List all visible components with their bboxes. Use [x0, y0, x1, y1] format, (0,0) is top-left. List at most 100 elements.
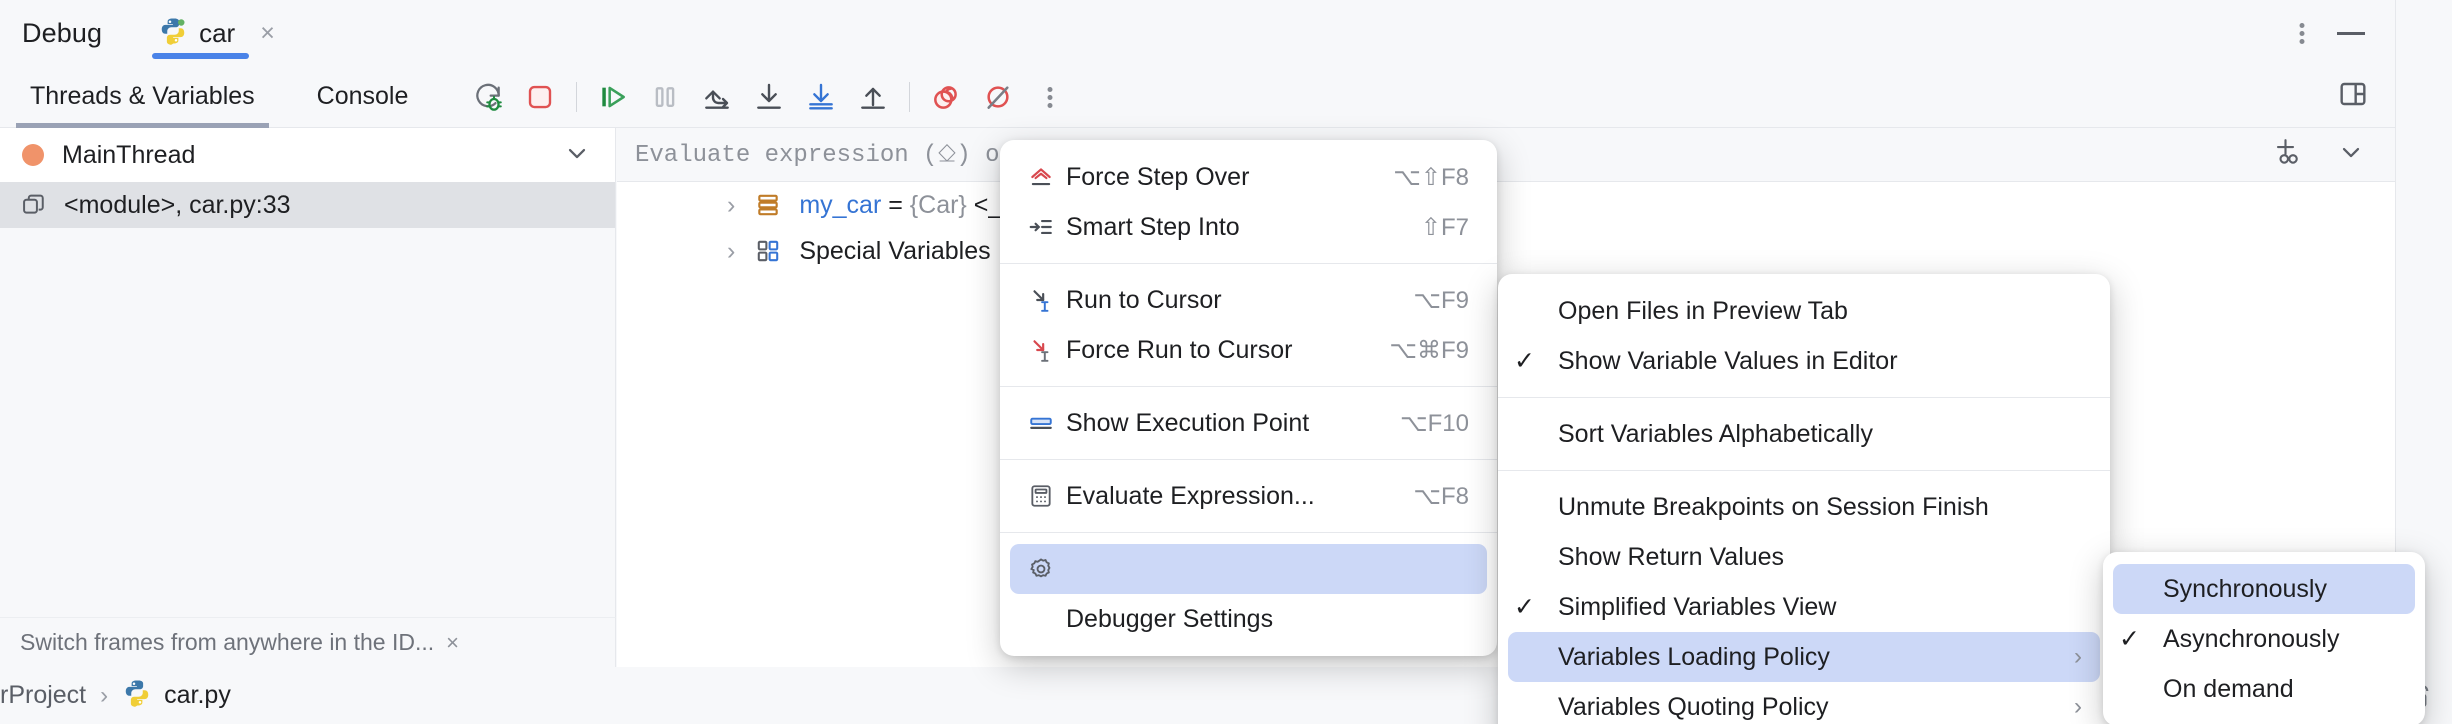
variable-name: my_car — [799, 191, 881, 219]
toolbar-right-actions — [2337, 66, 2395, 128]
menu-separator — [1498, 470, 2110, 471]
pause-program-icon[interactable] — [639, 71, 691, 123]
tab-console-label: Console — [317, 82, 409, 111]
add-watch-icon[interactable] — [2273, 137, 2303, 172]
frames-list-empty-area — [0, 228, 616, 617]
breadcrumb-project[interactable]: rProject — [0, 681, 86, 710]
menu-item-label: Run to Cursor — [1066, 286, 1373, 315]
variable-type: {Car} — [910, 191, 967, 219]
menu-item-label: Show Execution Point — [1066, 409, 1360, 438]
more-options-icon[interactable] — [1024, 71, 1076, 123]
menu-item-label: Variables Loading Policy — [1554, 643, 2034, 672]
evaluate-expression-bar[interactable]: Evaluate expression (⎐) or add a — [617, 128, 2395, 182]
menu-separator — [1498, 397, 2110, 398]
debug-context-menu: Force Step Over ⌥⇧F8 Smart Step Into ⇧F7 — [1000, 140, 1497, 656]
menu-item-variables-quoting-policy[interactable]: Variables Quoting Policy › — [1508, 682, 2100, 724]
menu-item-label: Show Variable Values in Editor — [1554, 347, 2082, 376]
variable-row-special-variables[interactable]: › Special Variables — [617, 228, 2395, 274]
menu-item-debugger-settings[interactable] — [1010, 544, 1487, 594]
breadcrumb-file[interactable]: car.py — [164, 681, 231, 710]
force-step-over-icon — [1028, 164, 1066, 190]
menu-item-label: On demand — [2159, 675, 2397, 704]
chevron-right-icon: › — [2074, 645, 2082, 669]
active-tab-underline — [152, 53, 249, 59]
view-breakpoints-icon[interactable] — [920, 71, 972, 123]
menu-item-label: Smart Step Into — [1066, 213, 1381, 242]
close-icon[interactable]: × — [260, 21, 275, 46]
checkmark-icon: ✓ — [1514, 346, 1554, 376]
chevron-right-icon: › — [2074, 695, 2082, 719]
menu-item-open-files-in-preview-tab[interactable]: Open Files in Preview Tab — [1508, 286, 2100, 336]
python-icon — [158, 16, 188, 51]
menu-item-shortcut: ⌥F9 — [1413, 286, 1469, 315]
thread-status-icon — [22, 144, 44, 166]
menu-item-sort-variables-alphabetically[interactable]: Sort Variables Alphabetically — [1508, 409, 2100, 459]
step-into-icon[interactable] — [743, 71, 795, 123]
menu-separator — [1000, 459, 1497, 460]
stack-frame-row[interactable]: <module>, car.py:33 — [0, 182, 616, 228]
force-step-into-icon[interactable] — [795, 71, 847, 123]
run-configuration-tab[interactable]: car × — [152, 0, 281, 66]
object-variable-icon — [755, 192, 781, 218]
menu-item-label: Open Files in Preview Tab — [1554, 297, 2082, 326]
menu-item-label: Variables Quoting Policy — [1554, 693, 2034, 722]
close-icon[interactable]: × — [446, 630, 459, 656]
resume-program-icon[interactable] — [587, 71, 639, 123]
menu-item-smart-step-into[interactable]: Smart Step Into ⇧F7 — [1010, 202, 1487, 252]
menu-separator — [1000, 532, 1497, 533]
page-title: Debug — [22, 18, 102, 49]
debug-tool-window: Debug car × Threads & Variables — [0, 0, 2452, 724]
menu-item-label: Asynchronously — [2159, 625, 2397, 654]
titlebar-actions — [2289, 0, 2395, 66]
menu-item-force-step-over[interactable]: Force Step Over ⌥⇧F8 — [1010, 152, 1487, 202]
kebab-menu-icon[interactable] — [2289, 20, 2315, 46]
debug-toolbar: Threads & Variables Console — [0, 66, 2395, 128]
thread-name-label: MainThread — [62, 141, 195, 170]
toolbar-separator — [576, 82, 577, 112]
menu-item-simplified-variables-view[interactable]: ✓ Simplified Variables View — [1508, 582, 2100, 632]
menu-item-evaluate-expression[interactable]: Evaluate Expression... ⌥F8 — [1010, 471, 1487, 521]
menu-item-show-variable-values-in-editor[interactable]: ✓ Show Variable Values in Editor — [1508, 336, 2100, 386]
force-run-to-cursor-icon — [1028, 337, 1066, 363]
menu-item-unmute-breakpoints-on-session-finish[interactable]: Unmute Breakpoints on Session Finish — [1508, 482, 2100, 532]
expand-twisty-icon[interactable]: › — [727, 193, 735, 218]
menu-item-show-execution-point[interactable]: Show Execution Point ⌥F10 — [1010, 398, 1487, 448]
step-over-icon[interactable] — [691, 71, 743, 123]
expand-twisty-icon[interactable]: › — [727, 239, 735, 264]
tab-threads-and-variables[interactable]: Threads & Variables — [16, 66, 269, 128]
variables-loading-policy-submenu: Synchronously ✓ Asynchronously On demand — [2103, 552, 2425, 724]
stop-icon[interactable] — [514, 71, 566, 123]
rerun-debug-icon[interactable] — [462, 71, 514, 123]
frames-hint-banner: Switch frames from anywhere in the ID...… — [0, 617, 616, 667]
menu-item-label: Evaluate Expression... — [1066, 482, 1373, 511]
chevron-down-icon[interactable] — [2337, 138, 2365, 171]
variable-row-my-car[interactable]: › my_car = {Car} <__main__.Car obje — [617, 182, 2395, 228]
menu-item-on-demand[interactable]: On demand — [2113, 664, 2415, 714]
minimize-icon[interactable] — [2335, 20, 2367, 46]
tab-threads-label: Threads & Variables — [30, 82, 255, 111]
menu-separator — [1000, 263, 1497, 264]
menu-item-modify-run-configuration[interactable]: Debugger Settings — [1010, 594, 1487, 644]
layout-settings-icon[interactable] — [2337, 78, 2369, 115]
chevron-down-icon[interactable] — [563, 139, 591, 172]
menu-item-show-return-values[interactable]: Show Return Values — [1508, 532, 2100, 582]
menu-item-variables-loading-policy[interactable]: Variables Loading Policy › — [1508, 632, 2100, 682]
menu-item-label: Simplified Variables View — [1554, 593, 2082, 622]
step-out-icon[interactable] — [847, 71, 899, 123]
menu-item-synchronously[interactable]: Synchronously — [2113, 564, 2415, 614]
mute-breakpoints-icon[interactable] — [972, 71, 1024, 123]
breadcrumb-separator: › — [100, 682, 108, 710]
debugger-settings-submenu: Open Files in Preview Tab ✓ Show Variabl… — [1498, 274, 2110, 724]
menu-item-shortcut: ⌥F10 — [1400, 409, 1469, 438]
python-icon — [122, 678, 152, 713]
frames-hint-text: Switch frames from anywhere in the ID... — [20, 629, 434, 656]
menu-item-shortcut: ⌥F8 — [1413, 482, 1469, 511]
menu-item-run-to-cursor[interactable]: Run to Cursor ⌥F9 — [1010, 275, 1487, 325]
menu-item-label: Sort Variables Alphabetically — [1554, 420, 2082, 449]
menu-item-asynchronously[interactable]: ✓ Asynchronously — [2113, 614, 2415, 664]
frame-icon — [20, 191, 48, 219]
tab-console[interactable]: Console — [303, 66, 423, 128]
thread-selector[interactable]: MainThread — [0, 128, 616, 182]
menu-item-force-run-to-cursor[interactable]: Force Run to Cursor ⌥⌘F9 — [1010, 325, 1487, 375]
menu-item-label: Synchronously — [2159, 575, 2397, 604]
